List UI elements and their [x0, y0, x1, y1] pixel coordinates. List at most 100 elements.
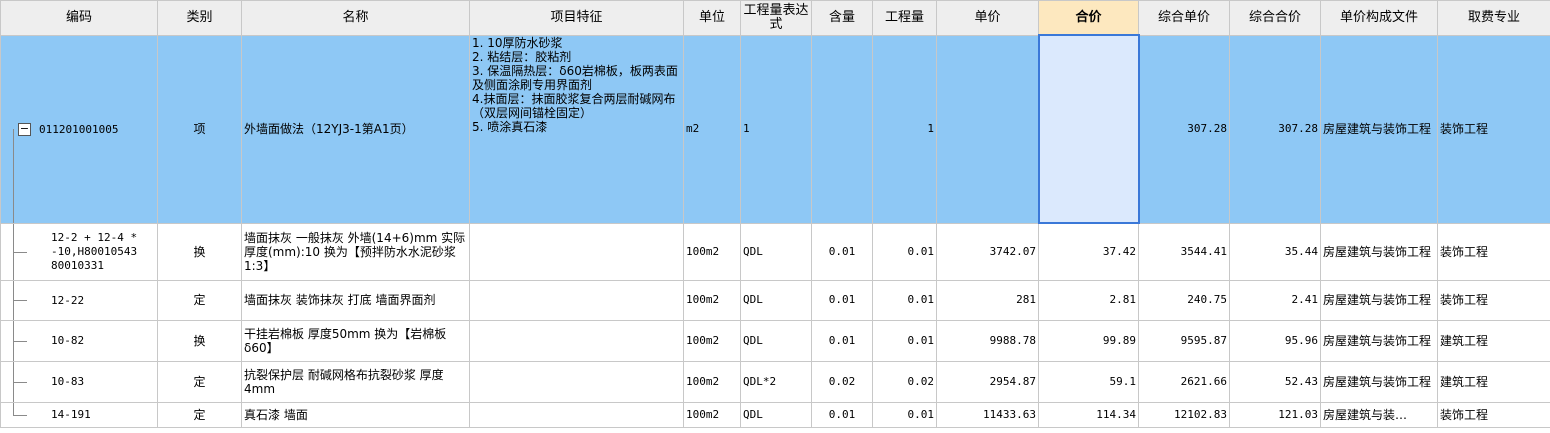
cell-comp-price[interactable]: 12102.83: [1138, 401, 1230, 428]
cell-comp-total[interactable]: 35.44: [1229, 222, 1321, 281]
cell-quantity[interactable]: 0.02: [872, 360, 937, 403]
cell-comp-total[interactable]: 52.43: [1229, 360, 1321, 403]
cell-code[interactable]: − 011201001005: [0, 34, 158, 224]
col-header-total[interactable]: 合价: [1038, 0, 1139, 36]
cell-quantity[interactable]: 0.01: [872, 222, 937, 281]
list-item-row[interactable]: 12-2 + 12-4 * -10,H80010543 80010331 换 墙…: [0, 222, 1550, 281]
cell-name[interactable]: 真石漆 墙面: [241, 401, 470, 428]
col-header-name[interactable]: 名称: [241, 0, 470, 36]
cell-file[interactable]: 房屋建筑与装…: [1320, 401, 1438, 428]
cell-comp-price[interactable]: 2621.66: [1138, 360, 1230, 403]
cell-code[interactable]: 12-22: [0, 279, 158, 321]
list-item-row[interactable]: 10-83 定 抗裂保护层 耐碱网格布抗裂砂浆 厚度4mm 100m2 QDL*…: [0, 360, 1550, 403]
col-header-expression[interactable]: 工程量表达式: [740, 0, 812, 36]
cell-category[interactable]: 换: [157, 319, 242, 362]
cell-total[interactable]: 114.34: [1038, 401, 1139, 428]
cell-price[interactable]: 2954.87: [936, 360, 1039, 403]
cell-unit[interactable]: 100m2: [683, 222, 741, 281]
cell-category[interactable]: 换: [157, 222, 242, 281]
col-header-file[interactable]: 单价构成文件: [1320, 0, 1438, 36]
cell-feature[interactable]: [469, 279, 684, 321]
cell-name[interactable]: 抗裂保护层 耐碱网格布抗裂砂浆 厚度4mm: [241, 360, 470, 403]
col-header-unit[interactable]: 单位: [683, 0, 741, 36]
cell-specialty[interactable]: 装饰工程: [1437, 222, 1550, 281]
cell-expression[interactable]: QDL: [740, 319, 812, 362]
col-header-price[interactable]: 单价: [936, 0, 1039, 36]
cell-file[interactable]: 房屋建筑与装饰工程: [1320, 222, 1438, 281]
col-header-comp-price[interactable]: 综合单价: [1138, 0, 1230, 36]
cell-comp-price[interactable]: 9595.87: [1138, 319, 1230, 362]
cell-total-selected[interactable]: [1037, 34, 1140, 224]
col-header-quantity[interactable]: 工程量: [872, 0, 937, 36]
cell-price[interactable]: 281: [936, 279, 1039, 321]
cell-content[interactable]: 0.01: [811, 401, 873, 428]
cell-unit[interactable]: 100m2: [683, 401, 741, 428]
list-item-row[interactable]: 14-191 定 真石漆 墙面 100m2 QDL 0.01 0.01 1143…: [0, 401, 1550, 428]
cell-file[interactable]: 房屋建筑与装饰工程: [1320, 279, 1438, 321]
cell-specialty[interactable]: 装饰工程: [1437, 279, 1550, 321]
cell-expression[interactable]: QDL: [740, 222, 812, 281]
cell-content[interactable]: 0.02: [811, 360, 873, 403]
cell-name[interactable]: 干挂岩棉板 厚度50mm 换为【岩棉板δ60】: [241, 319, 470, 362]
list-item-row[interactable]: 12-22 定 墙面抹灰 装饰抹灰 打底 墙面界面剂 100m2 QDL 0.0…: [0, 279, 1550, 321]
cell-specialty[interactable]: 建筑工程: [1437, 360, 1550, 403]
cell-category[interactable]: 定: [157, 401, 242, 428]
col-header-comp-total[interactable]: 综合合价: [1229, 0, 1321, 36]
cell-file[interactable]: 房屋建筑与装饰工程: [1320, 360, 1438, 403]
cell-unit[interactable]: m2: [683, 34, 741, 224]
cell-code[interactable]: 10-83: [0, 360, 158, 403]
cell-content[interactable]: 0.01: [811, 222, 873, 281]
cell-content[interactable]: 0.01: [811, 319, 873, 362]
cell-expression[interactable]: QDL: [740, 401, 812, 428]
col-header-specialty[interactable]: 取费专业: [1437, 0, 1550, 36]
cell-total[interactable]: 37.42: [1038, 222, 1139, 281]
cell-total[interactable]: 99.89: [1038, 319, 1139, 362]
cell-name[interactable]: 墙面抹灰 一般抹灰 外墙(14+6)mm 实际厚度(mm):10 换为【预拌防水…: [241, 222, 470, 281]
cell-total[interactable]: 2.81: [1038, 279, 1139, 321]
cell-quantity[interactable]: 0.01: [872, 319, 937, 362]
cell-total[interactable]: 59.1: [1038, 360, 1139, 403]
cell-feature[interactable]: [469, 401, 684, 428]
col-header-category[interactable]: 类别: [157, 0, 242, 36]
cell-quantity[interactable]: 0.01: [872, 401, 937, 428]
cell-price[interactable]: 9988.78: [936, 319, 1039, 362]
col-header-code[interactable]: 编码: [0, 0, 158, 36]
cell-file[interactable]: 房屋建筑与装饰工程: [1320, 319, 1438, 362]
cell-comp-total[interactable]: 95.96: [1229, 319, 1321, 362]
cell-category[interactable]: 项: [157, 34, 242, 224]
cell-comp-total[interactable]: 307.28: [1229, 34, 1321, 224]
cell-price[interactable]: 11433.63: [936, 401, 1039, 428]
cell-expression[interactable]: QDL: [740, 279, 812, 321]
cell-unit[interactable]: 100m2: [683, 279, 741, 321]
cell-comp-price[interactable]: 307.28: [1138, 34, 1230, 224]
col-header-content[interactable]: 含量: [811, 0, 873, 36]
cell-feature[interactable]: [469, 222, 684, 281]
cell-quantity[interactable]: 0.01: [872, 279, 937, 321]
list-item-row[interactable]: 10-82 换 干挂岩棉板 厚度50mm 换为【岩棉板δ60】 100m2 QD…: [0, 319, 1550, 362]
cell-code[interactable]: 12-2 + 12-4 * -10,H80010543 80010331: [0, 222, 158, 281]
cell-expression[interactable]: QDL*2: [740, 360, 812, 403]
cell-specialty[interactable]: 装饰工程: [1437, 34, 1550, 224]
cell-comp-price[interactable]: 3544.41: [1138, 222, 1230, 281]
col-header-feature[interactable]: 项目特征: [469, 0, 684, 36]
cell-expression[interactable]: 1: [740, 34, 812, 224]
cell-unit[interactable]: 100m2: [683, 360, 741, 403]
cell-category[interactable]: 定: [157, 279, 242, 321]
cell-code[interactable]: 10-82: [0, 319, 158, 362]
cell-comp-total[interactable]: 121.03: [1229, 401, 1321, 428]
cell-feature[interactable]: 1. 10厚防水砂浆 2. 粘结层：胶粘剂 3. 保温隔热层：δ60岩棉板，板两…: [469, 34, 684, 224]
cell-category[interactable]: 定: [157, 360, 242, 403]
cell-unit[interactable]: 100m2: [683, 319, 741, 362]
cell-quantity[interactable]: 1: [872, 34, 937, 224]
cell-comp-total[interactable]: 2.41: [1229, 279, 1321, 321]
cell-content[interactable]: [811, 34, 873, 224]
cell-feature[interactable]: [469, 360, 684, 403]
cell-specialty[interactable]: 建筑工程: [1437, 319, 1550, 362]
cell-comp-price[interactable]: 240.75: [1138, 279, 1230, 321]
cell-code[interactable]: 14-191: [0, 401, 158, 428]
cell-name[interactable]: 外墙面做法（12YJ3-1第A1页）: [241, 34, 470, 224]
cell-price[interactable]: [936, 34, 1039, 224]
cell-name[interactable]: 墙面抹灰 装饰抹灰 打底 墙面界面剂: [241, 279, 470, 321]
cell-price[interactable]: 3742.07: [936, 222, 1039, 281]
list-item-row[interactable]: − 011201001005 项 外墙面做法（12YJ3-1第A1页） 1. 1…: [0, 34, 1550, 224]
